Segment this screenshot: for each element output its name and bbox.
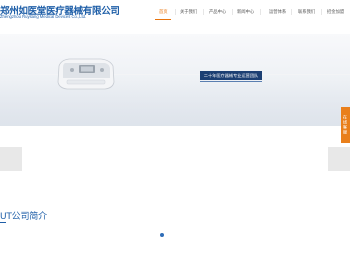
carousel-prev-button[interactable] [0, 147, 22, 171]
carousel-next-button[interactable] [328, 147, 350, 171]
main-nav: 首页 关于我们 产品中心 新闻中心 运营体系 联系我们 招金加盟 [150, 0, 350, 30]
nav-news[interactable]: 新闻中心 [237, 9, 254, 15]
nav-about[interactable]: 关于我们 [180, 9, 197, 15]
about-title-underline [0, 222, 6, 223]
hero-background-haze [0, 80, 350, 126]
nav-divider [203, 9, 204, 15]
nav-franchise[interactable]: 招金加盟 [327, 9, 344, 15]
site-header: 郑州如医堂医疗器械有限公司 Zhengzhou Ruyitang Medical… [0, 0, 350, 34]
nav-operations[interactable]: 运营体系 [269, 9, 286, 15]
nav-divider [232, 9, 233, 15]
carousel-indicator-dot[interactable] [160, 233, 164, 237]
hero-banner[interactable] [0, 34, 350, 126]
hero-tagline-underline [200, 81, 262, 82]
nav-products[interactable]: 产品中心 [209, 9, 226, 15]
online-service-tab[interactable]: 在线客服 [341, 107, 350, 143]
nav-active-underline [155, 19, 171, 20]
medical-device-image [57, 58, 115, 90]
hero-tagline: 二十年医疗器械专业运营团队 [200, 71, 262, 80]
nav-divider [291, 9, 292, 15]
nav-divider [175, 9, 176, 15]
about-section-title: UT公司简介 [0, 212, 47, 222]
nav-divider [321, 9, 322, 15]
nav-contact[interactable]: 联系我们 [298, 9, 315, 15]
hero-divider-line [0, 74, 350, 75]
nav-divider [260, 9, 261, 15]
nav-home[interactable]: 首页 [159, 9, 168, 15]
company-logo-english: Zhengzhou Ruyitang Medical Devices Co.,L… [0, 14, 87, 19]
